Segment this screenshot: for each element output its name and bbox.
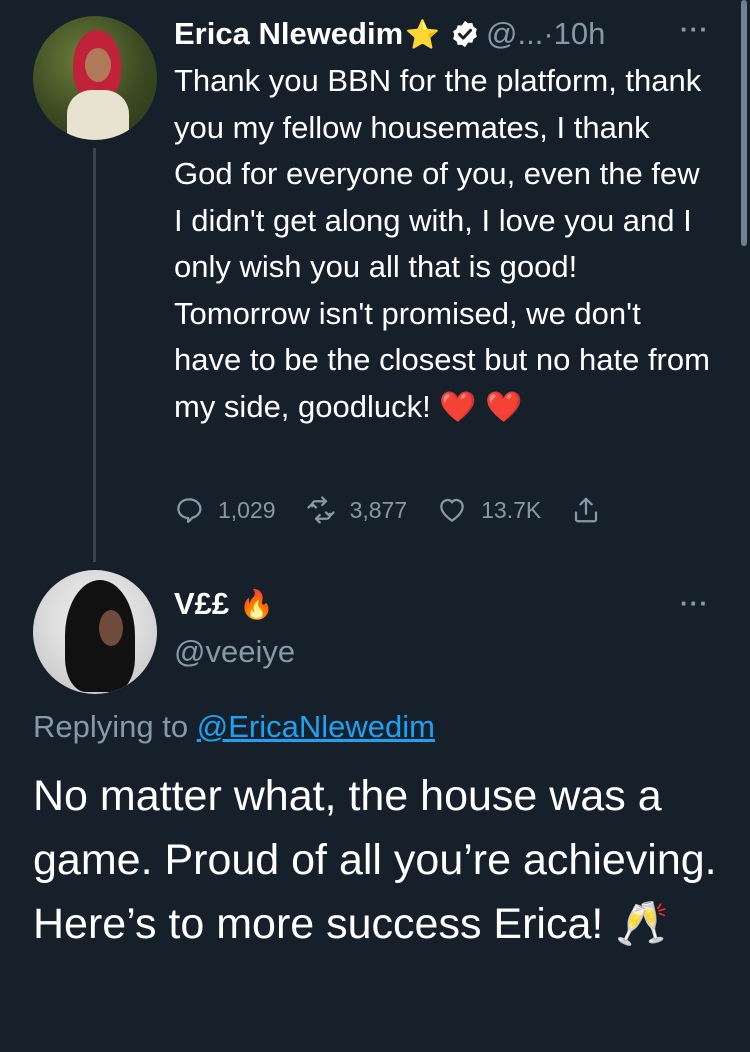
tweet-actions: 1,029 3,877 13.7K bbox=[174, 490, 645, 530]
replying-to-label: Replying to bbox=[33, 709, 189, 744]
separator: · bbox=[543, 16, 554, 51]
retweet-count: 3,877 bbox=[349, 496, 408, 523]
parent-tweet[interactable]: Erica Nlewedim ⭐ @... · 10h ··· Thank yo… bbox=[0, 0, 750, 562]
retweet-icon bbox=[306, 496, 335, 524]
reply-more-options-button[interactable]: ··· bbox=[680, 588, 709, 619]
reply-count: 1,029 bbox=[218, 496, 276, 523]
tweet-header: Erica Nlewedim ⭐ @... · 10h bbox=[174, 14, 605, 54]
author-name[interactable]: Erica Nlewedim bbox=[174, 16, 403, 52]
reply-icon bbox=[177, 498, 202, 523]
reply-text: No matter what, the house was a game. Pr… bbox=[33, 764, 733, 956]
tweet-text: Thank you BBN for the platform, thank yo… bbox=[174, 58, 714, 431]
share-button[interactable] bbox=[571, 495, 615, 525]
verified-badge-icon bbox=[453, 20, 477, 48]
like-heart-icon bbox=[440, 498, 464, 522]
reply-author-name[interactable]: V££ 🔥 bbox=[174, 586, 274, 622]
like-count: 13.7K bbox=[481, 496, 542, 523]
replying-to-line: Replying to @EricaNlewedim bbox=[33, 709, 435, 745]
tweet-body: Thank you BBN for the platform, thank yo… bbox=[174, 63, 710, 424]
tweet-timestamp[interactable]: 10h bbox=[554, 16, 606, 52]
thread-connector-line bbox=[93, 148, 96, 562]
heart-emojis: ❤️ ❤️ bbox=[439, 390, 523, 424]
fire-emoji: 🔥 bbox=[239, 588, 275, 620]
reply-avatar[interactable] bbox=[33, 570, 157, 694]
reply-button[interactable]: 1,029 bbox=[174, 495, 276, 525]
share-icon bbox=[575, 497, 598, 523]
champagne-emoji: 🥂 bbox=[615, 900, 669, 948]
author-handle[interactable]: @... bbox=[486, 16, 543, 52]
retweet-button[interactable]: 3,877 bbox=[306, 495, 408, 525]
more-options-button[interactable]: ··· bbox=[680, 14, 709, 45]
like-button[interactable]: 13.7K bbox=[437, 495, 541, 525]
reply-author-handle[interactable]: @veeiye bbox=[174, 634, 295, 670]
star-emoji: ⭐ bbox=[405, 18, 441, 50]
reply-name-text: V££ bbox=[174, 586, 230, 621]
replying-to-link[interactable]: @EricaNlewedim bbox=[197, 709, 435, 744]
avatar[interactable] bbox=[33, 16, 157, 140]
